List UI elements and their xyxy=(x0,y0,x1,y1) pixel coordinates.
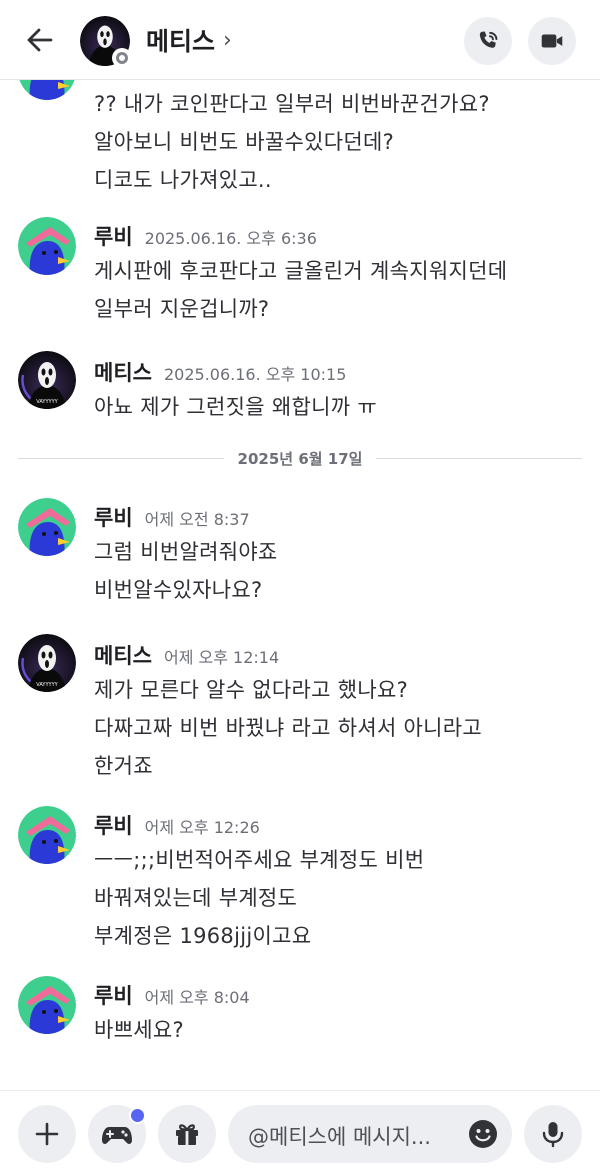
avatar-text: VAYYYYY xyxy=(36,682,58,688)
avatar[interactable] xyxy=(18,80,76,100)
author-name[interactable]: 루비 xyxy=(94,980,133,1010)
message-input-placeholder: @메티스에 메시지... xyxy=(248,1125,431,1149)
message-text: 제가 모른다 알수 없다라고 했나요? xyxy=(94,678,409,702)
message-header: 루비 어제 오후 12:26 xyxy=(94,810,260,840)
message-group: 루비 어제 오후 12:26 ㅡㅡ;;;비번적어주세요 부계정도 비번 바꿔져있… xyxy=(0,806,600,956)
message-feed[interactable]: ?? 내가 코인판다고 일부러 비번바꾼건가요? 알아보니 비번도 바꿀수있다던… xyxy=(0,80,600,1090)
avatar[interactable]: VAYYYYY xyxy=(18,634,76,692)
message-header: 루비 어제 오후 8:04 xyxy=(94,980,250,1010)
gift-icon xyxy=(176,1124,198,1145)
message-text: 바쁘세요? xyxy=(94,1018,184,1042)
message-text: 바꿔져있는데 부계정도 xyxy=(94,886,298,910)
message-text: 아뇨 제가 그런짓을 왜합니까 ㅠ xyxy=(94,395,377,419)
emoji-icon[interactable] xyxy=(468,1119,498,1149)
message-header: 루비 어제 오전 8:37 xyxy=(94,502,250,532)
message-group: 루비 어제 오전 8:37 그럼 비번알려줘야죠 비번알수있자나요? xyxy=(0,498,600,608)
timestamp: 어제 오후 8:04 xyxy=(144,988,250,1007)
chevron-right-icon: › xyxy=(223,27,232,53)
message-group: ?? 내가 코인판다고 일부러 비번바꾼건가요? 알아보니 비번도 바꿀수있다던… xyxy=(0,80,600,192)
header-avatar[interactable] xyxy=(80,16,132,68)
message-text: 한거죠 xyxy=(94,754,153,778)
message-text: 다짜고짜 비번 바꿨냐 라고 하셔서 아니라고 xyxy=(94,716,483,740)
author-name[interactable]: 메티스 xyxy=(94,357,152,387)
message-header: 루비 2025.06.16. 오후 6:36 xyxy=(94,221,317,251)
message-group: VAYYYYY 메티스 어제 오후 12:14 제가 모른다 알수 없다라고 했… xyxy=(0,634,600,784)
gift-button[interactable] xyxy=(158,1105,216,1163)
author-name[interactable]: 루비 xyxy=(94,502,133,532)
timestamp: 어제 오후 12:26 xyxy=(144,818,260,837)
author-name[interactable]: 루비 xyxy=(94,221,133,251)
notification-dot xyxy=(129,1107,146,1124)
timestamp: 어제 오후 12:14 xyxy=(163,648,280,667)
channel-title[interactable]: 메티스 › xyxy=(146,22,232,58)
composer-bar: @메티스에 메시지... xyxy=(0,1090,600,1175)
back-button[interactable] xyxy=(22,22,58,58)
avatar[interactable] xyxy=(18,806,76,864)
message-text: 알아보니 비번도 바꿀수있다던데? xyxy=(94,130,395,154)
message-text: ?? 내가 코인판다고 일부러 비번바꾼건가요? xyxy=(94,92,490,116)
message-text: 일부러 지운겁니까? xyxy=(94,297,270,321)
voice-call-button[interactable] xyxy=(464,17,512,65)
message-text: 게시판에 후코판다고 글올린거 계속지워지던데 xyxy=(94,259,508,283)
message-header: 메티스 2025.06.16. 오후 10:15 xyxy=(94,357,346,387)
message-text: 부계정은 1968jjj이고요 xyxy=(94,924,312,948)
message-text: 디코도 나가져있고.. xyxy=(94,168,272,192)
avatar[interactable]: VAYYYYY xyxy=(18,351,76,409)
message-group: 루비 2025.06.16. 오후 6:36 게시판에 후코판다고 글올린거 계… xyxy=(0,217,600,327)
author-name[interactable]: 메티스 xyxy=(94,640,152,670)
video-call-button[interactable] xyxy=(528,17,576,65)
timestamp: 어제 오전 8:37 xyxy=(144,510,250,529)
message-text: 그럼 비번알려줘야죠 xyxy=(94,540,278,564)
voice-message-button[interactable] xyxy=(524,1105,582,1163)
plus-icon xyxy=(35,1122,59,1146)
timestamp: 2025.06.16. 오후 10:15 xyxy=(163,365,347,384)
chat-header: 메티스 › xyxy=(0,0,600,80)
video-camera-icon xyxy=(541,34,563,48)
message-group: VAYYYYY 메티스 2025.06.16. 오후 10:15 아뇨 제가 그… xyxy=(0,351,600,421)
message-input[interactable]: @메티스에 메시지... xyxy=(228,1105,512,1163)
add-attachment-button[interactable] xyxy=(18,1105,76,1163)
message-header: 메티스 어제 오후 12:14 xyxy=(94,640,279,670)
message-text: 비번알수있자나요? xyxy=(94,578,263,602)
message-group: 루비 어제 오후 8:04 바쁘세요? xyxy=(0,976,600,1056)
page-title: 메티스 xyxy=(146,27,216,56)
date-divider: 2025년 6월 17일 xyxy=(18,450,582,468)
arrow-left-icon xyxy=(27,28,53,52)
gamepad-icon xyxy=(102,1127,132,1144)
avatar[interactable] xyxy=(18,976,76,1034)
avatar[interactable] xyxy=(18,498,76,556)
avatar-text: VAYYYYY xyxy=(36,399,58,405)
avatar[interactable] xyxy=(18,217,76,275)
activities-button[interactable] xyxy=(88,1105,146,1163)
date-divider-label: 2025년 6월 17일 xyxy=(223,450,377,468)
message-text: ㅡㅡ;;;비번적어주세요 부계정도 비번 xyxy=(94,848,425,872)
microphone-icon xyxy=(542,1122,564,1148)
status-offline-indicator xyxy=(112,48,132,68)
author-name[interactable]: 루비 xyxy=(94,810,133,840)
timestamp: 2025.06.16. 오후 6:36 xyxy=(144,229,317,248)
phone-icon xyxy=(479,31,498,48)
